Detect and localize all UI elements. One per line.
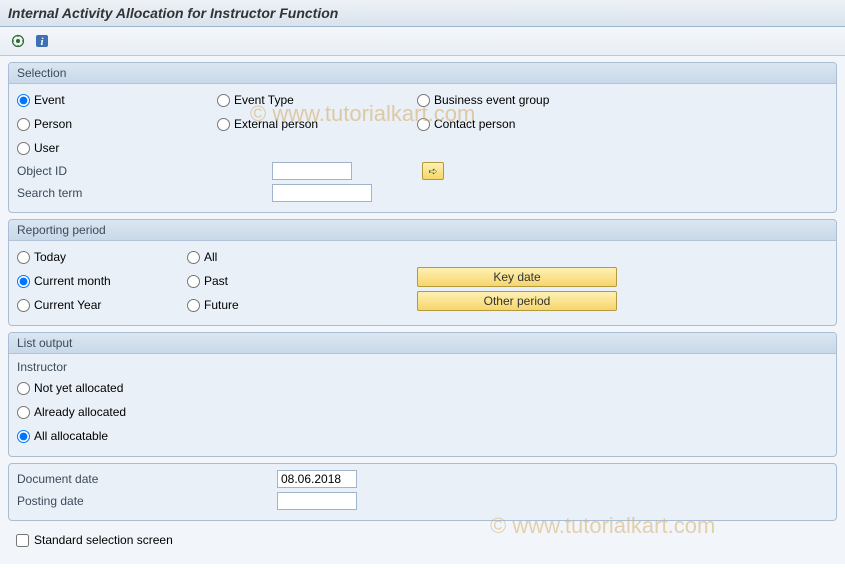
list-output-group: List output Instructor Not yet allocated… — [8, 332, 837, 457]
selection-group: Selection Event Event Type Business even… — [8, 62, 837, 213]
radio-user[interactable]: User — [17, 138, 217, 158]
radio-not-yet-label: Not yet allocated — [34, 381, 123, 395]
dates-group: Document date Posting date — [8, 463, 837, 521]
other-period-label: Other period — [484, 294, 551, 308]
radio-person-input[interactable] — [17, 118, 30, 131]
radio-contact-person-input[interactable] — [417, 118, 430, 131]
radio-event-input[interactable] — [17, 94, 30, 107]
radio-not-yet-allocated[interactable]: Not yet allocated — [17, 378, 123, 398]
radio-future-input[interactable] — [187, 299, 200, 312]
radio-all-allocatable-input[interactable] — [17, 430, 30, 443]
radio-today-label: Today — [34, 250, 66, 264]
radio-current-month-input[interactable] — [17, 275, 30, 288]
radio-current-year-label: Current Year — [34, 298, 101, 312]
radio-business-event-group[interactable]: Business event group — [417, 90, 637, 110]
radio-already-allocated[interactable]: Already allocated — [17, 402, 126, 422]
radio-event[interactable]: Event — [17, 90, 217, 110]
radio-event-label: Event — [34, 93, 65, 107]
radio-current-month-label: Current month — [34, 274, 111, 288]
radio-contact-person[interactable]: Contact person — [417, 114, 637, 134]
posting-date-label: Posting date — [17, 494, 277, 508]
object-id-label: Object ID — [17, 164, 272, 178]
radio-past[interactable]: Past — [187, 271, 417, 291]
radio-external-person[interactable]: External person — [217, 114, 417, 134]
radio-all-label: All — [204, 250, 217, 264]
radio-all[interactable]: All — [187, 247, 417, 267]
standard-selection-input[interactable] — [16, 534, 29, 547]
window-title-bar: Internal Activity Allocation for Instruc… — [0, 0, 845, 27]
radio-contact-person-label: Contact person — [434, 117, 515, 131]
radio-business-event-group-input[interactable] — [417, 94, 430, 107]
object-id-input[interactable] — [272, 162, 352, 180]
radio-current-month[interactable]: Current month — [17, 271, 187, 291]
radio-already-input[interactable] — [17, 406, 30, 419]
info-icon: i — [35, 34, 49, 48]
radio-future[interactable]: Future — [187, 295, 417, 315]
reporting-period-group: Reporting period Today All — [8, 219, 837, 326]
radio-future-label: Future — [204, 298, 239, 312]
key-date-label: Key date — [493, 270, 540, 284]
info-button[interactable]: i — [32, 31, 52, 51]
radio-external-person-input[interactable] — [217, 118, 230, 131]
key-date-button[interactable]: Key date — [417, 267, 617, 287]
radio-past-input[interactable] — [187, 275, 200, 288]
radio-business-event-group-label: Business event group — [434, 93, 549, 107]
search-term-input[interactable] — [272, 184, 372, 202]
instructor-sublabel: Instructor — [17, 360, 828, 374]
radio-not-yet-input[interactable] — [17, 382, 30, 395]
document-date-input[interactable] — [277, 470, 357, 488]
selection-header: Selection — [9, 63, 836, 84]
standard-selection-label: Standard selection screen — [34, 533, 173, 547]
execute-button[interactable] — [8, 31, 28, 51]
radio-past-label: Past — [204, 274, 228, 288]
radio-current-year-input[interactable] — [17, 299, 30, 312]
radio-user-input[interactable] — [17, 142, 30, 155]
radio-all-allocatable[interactable]: All allocatable — [17, 426, 108, 446]
radio-user-label: User — [34, 141, 59, 155]
radio-person-label: Person — [34, 117, 72, 131]
radio-event-type-input[interactable] — [217, 94, 230, 107]
radio-already-label: Already allocated — [34, 405, 126, 419]
arrow-button[interactable]: ➪ — [422, 162, 444, 180]
posting-date-input[interactable] — [277, 492, 357, 510]
radio-event-type[interactable]: Event Type — [217, 90, 417, 110]
toolbar: i — [0, 27, 845, 56]
content-area: © www.tutorialkart.com © www.tutorialkar… — [0, 56, 845, 564]
radio-event-type-label: Event Type — [234, 93, 294, 107]
radio-external-person-label: External person — [234, 117, 318, 131]
radio-current-year[interactable]: Current Year — [17, 295, 187, 315]
search-term-label: Search term — [17, 186, 272, 200]
execute-icon — [11, 34, 25, 48]
radio-today-input[interactable] — [17, 251, 30, 264]
window-title: Internal Activity Allocation for Instruc… — [8, 5, 338, 21]
radio-person[interactable]: Person — [17, 114, 217, 134]
standard-selection-checkbox[interactable]: Standard selection screen — [8, 527, 837, 553]
arrow-right-icon: ➪ — [428, 165, 437, 178]
list-output-header: List output — [9, 333, 836, 354]
radio-today[interactable]: Today — [17, 247, 187, 267]
reporting-period-header: Reporting period — [9, 220, 836, 241]
other-period-button[interactable]: Other period — [417, 291, 617, 311]
radio-all-allocatable-label: All allocatable — [34, 429, 108, 443]
radio-all-input[interactable] — [187, 251, 200, 264]
document-date-label: Document date — [17, 472, 277, 486]
